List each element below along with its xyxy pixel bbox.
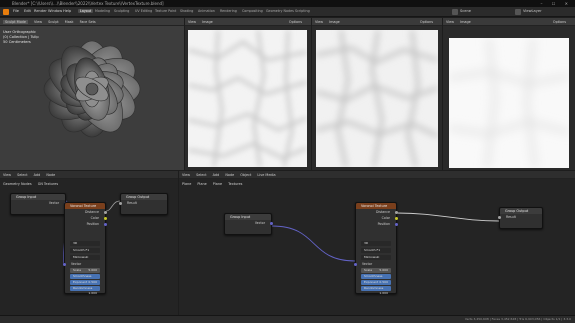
workspace-tab-shading[interactable]: Shading xyxy=(180,9,193,13)
viewport-menu-view[interactable]: View xyxy=(34,20,42,24)
image-editor-2[interactable]: View Image Options xyxy=(312,18,442,170)
image-editor-1-menu-view[interactable]: View xyxy=(188,20,196,24)
node-right-dimension-dropdown[interactable]: 3D xyxy=(361,241,391,246)
node-left-feature-dropdown[interactable]: Smooth F1 xyxy=(70,248,100,253)
image-editor-2-menu-view[interactable]: View xyxy=(315,20,323,24)
node-left-field-smoothness[interactable]: Smoothness1.000 xyxy=(70,274,100,283)
viewport-header: Sculpt Mode View Sculpt Mask Face Sets xyxy=(0,18,184,26)
image-editor-2-menu-image[interactable]: Image xyxy=(329,20,340,24)
image-editor-3-options[interactable]: Options xyxy=(553,18,566,26)
workspace-tab-texture-paint[interactable]: Texture Paint xyxy=(155,9,176,13)
viewport-menu-face-sets[interactable]: Face Sets xyxy=(80,20,96,24)
menu-edit[interactable]: Edit xyxy=(24,9,31,13)
view-layer-selector[interactable]: ViewLayer xyxy=(523,9,542,13)
workspace-tab-compositing[interactable]: Compositing xyxy=(242,9,263,13)
geometry-node-editor[interactable]: View Select Add Node Geometry Nodes GN T… xyxy=(0,171,178,315)
texture-node-editor[interactable]: View Select Add Node Object Live Media P… xyxy=(179,171,575,315)
image-editor-3[interactable]: View Image Options xyxy=(443,18,575,170)
sculpted-flower-mesh xyxy=(43,40,141,138)
node-right-field-randomness[interactable]: Randomness 1.000 xyxy=(361,286,391,295)
voronoi-texture-preview-1 xyxy=(188,30,307,167)
window-controls[interactable]: – ☐ ✕ xyxy=(541,0,572,7)
node-right-field-exponent[interactable]: Exponent 0.500 xyxy=(361,280,391,285)
node-right-field-scale[interactable]: Scale 5.000 xyxy=(361,268,391,273)
image-editor-1-menu-image[interactable]: Image xyxy=(202,20,213,24)
node-right-field-smoothness[interactable]: Smoothness1.000 xyxy=(361,274,391,283)
workspace-tab-scripting[interactable]: Scripting xyxy=(295,9,310,13)
image-editor-3-menu-image[interactable]: Image xyxy=(460,20,471,24)
view-layer-icon xyxy=(515,9,521,15)
workspace-tab-modeling[interactable]: Modeling xyxy=(95,9,110,13)
node-right-group-input-vector: Vector xyxy=(225,220,273,226)
node-right-vector-input: Vector xyxy=(354,261,396,267)
menu-render[interactable]: Render xyxy=(34,9,47,13)
voronoi-texture-preview-2 xyxy=(316,30,438,167)
node-left-voronoi-texture[interactable]: Voronoi Texture Distance Color Position … xyxy=(63,202,107,295)
title-bar: Blender* [C:\\Users\\...\\Blender\\2022\… xyxy=(0,0,575,7)
scene-icon xyxy=(452,9,458,15)
blender-logo-icon[interactable] xyxy=(3,9,9,15)
node-right-group-output[interactable]: Group Output Result xyxy=(498,207,543,229)
mode-selector[interactable]: Sculpt Mode xyxy=(3,20,28,24)
workspace-tab-animation[interactable]: Animation xyxy=(198,9,215,13)
image-editor-2-options[interactable]: Options xyxy=(420,18,433,26)
node-left-output-position: Position xyxy=(65,221,107,227)
node-left-group-input-vector: Vector xyxy=(11,200,67,206)
node-left-field-scale[interactable]: Scale 5.000 xyxy=(70,268,100,273)
node-left-field-exponent[interactable]: Exponent 0.500 xyxy=(70,280,100,285)
node-right-feature-dropdown[interactable]: Smooth F1 xyxy=(361,248,391,253)
node-left-vector-input: Vector xyxy=(63,261,105,267)
scene-selector[interactable]: Scene xyxy=(460,9,471,13)
image-editor-1[interactable]: View Image Options xyxy=(185,18,311,170)
window-title: Blender* [C:\\Users\\...\\Blender\\2022\… xyxy=(12,1,164,6)
node-left-dimension-dropdown[interactable]: 3D xyxy=(70,241,100,246)
node-right-metric-dropdown[interactable]: Minkowski xyxy=(361,255,391,260)
image-editor-3-menu-view[interactable]: View xyxy=(446,20,454,24)
workspace-tab-rendering[interactable]: Rendering xyxy=(220,9,237,13)
workspace-tab-sculpting[interactable]: Sculpting xyxy=(114,9,129,13)
image-editor-3-header: View Image Options xyxy=(443,18,575,26)
voronoi-texture-preview-3 xyxy=(449,38,569,168)
image-editor-1-header: View Image Options xyxy=(185,18,311,26)
node-right-voronoi-texture[interactable]: Voronoi Texture Distance Color Position … xyxy=(354,202,398,295)
viewport-menu-sculpt[interactable]: Sculpt xyxy=(48,20,59,24)
node-left-group-output[interactable]: Group Output Result xyxy=(119,193,168,215)
viewport-menu-mask[interactable]: Mask xyxy=(65,20,74,24)
node-left-group-output-result: Result xyxy=(119,200,167,206)
sculpt-viewport[interactable]: Sculpt Mode View Sculpt Mask Face Sets U… xyxy=(0,18,184,170)
scene-statistics: Verts 3,450,608 | Faces 3,452,528 | Tris… xyxy=(464,317,571,321)
node-left-metric-dropdown[interactable]: Minkowski xyxy=(70,255,100,260)
status-bar: Verts 3,450,608 | Faces 3,452,528 | Tris… xyxy=(0,315,575,323)
node-right-output-position: Position xyxy=(356,221,398,227)
node-right-group-input[interactable]: Group Input Vector xyxy=(224,213,273,235)
node-left-group-input[interactable]: Group Input Vector xyxy=(10,193,67,215)
node-right-group-output-result: Result xyxy=(498,214,542,220)
workspace-tab-geometry-nodes[interactable]: Geometry Nodes xyxy=(266,9,294,13)
menu-window[interactable]: Window xyxy=(48,9,62,13)
top-menu-bar: File Edit Render Window Help Layout Mode… xyxy=(0,7,575,17)
image-editor-1-options[interactable]: Options xyxy=(289,18,302,26)
workspace-tab-uv-editing[interactable]: UV Editing xyxy=(135,9,152,13)
menu-help[interactable]: Help xyxy=(63,9,71,13)
menu-file[interactable]: File xyxy=(13,9,19,13)
image-editor-2-header: View Image Options xyxy=(312,18,442,26)
node-left-field-randomness[interactable]: Randomness 1.000 xyxy=(70,286,100,295)
workspace-tab-layout[interactable]: Layout xyxy=(78,9,94,13)
